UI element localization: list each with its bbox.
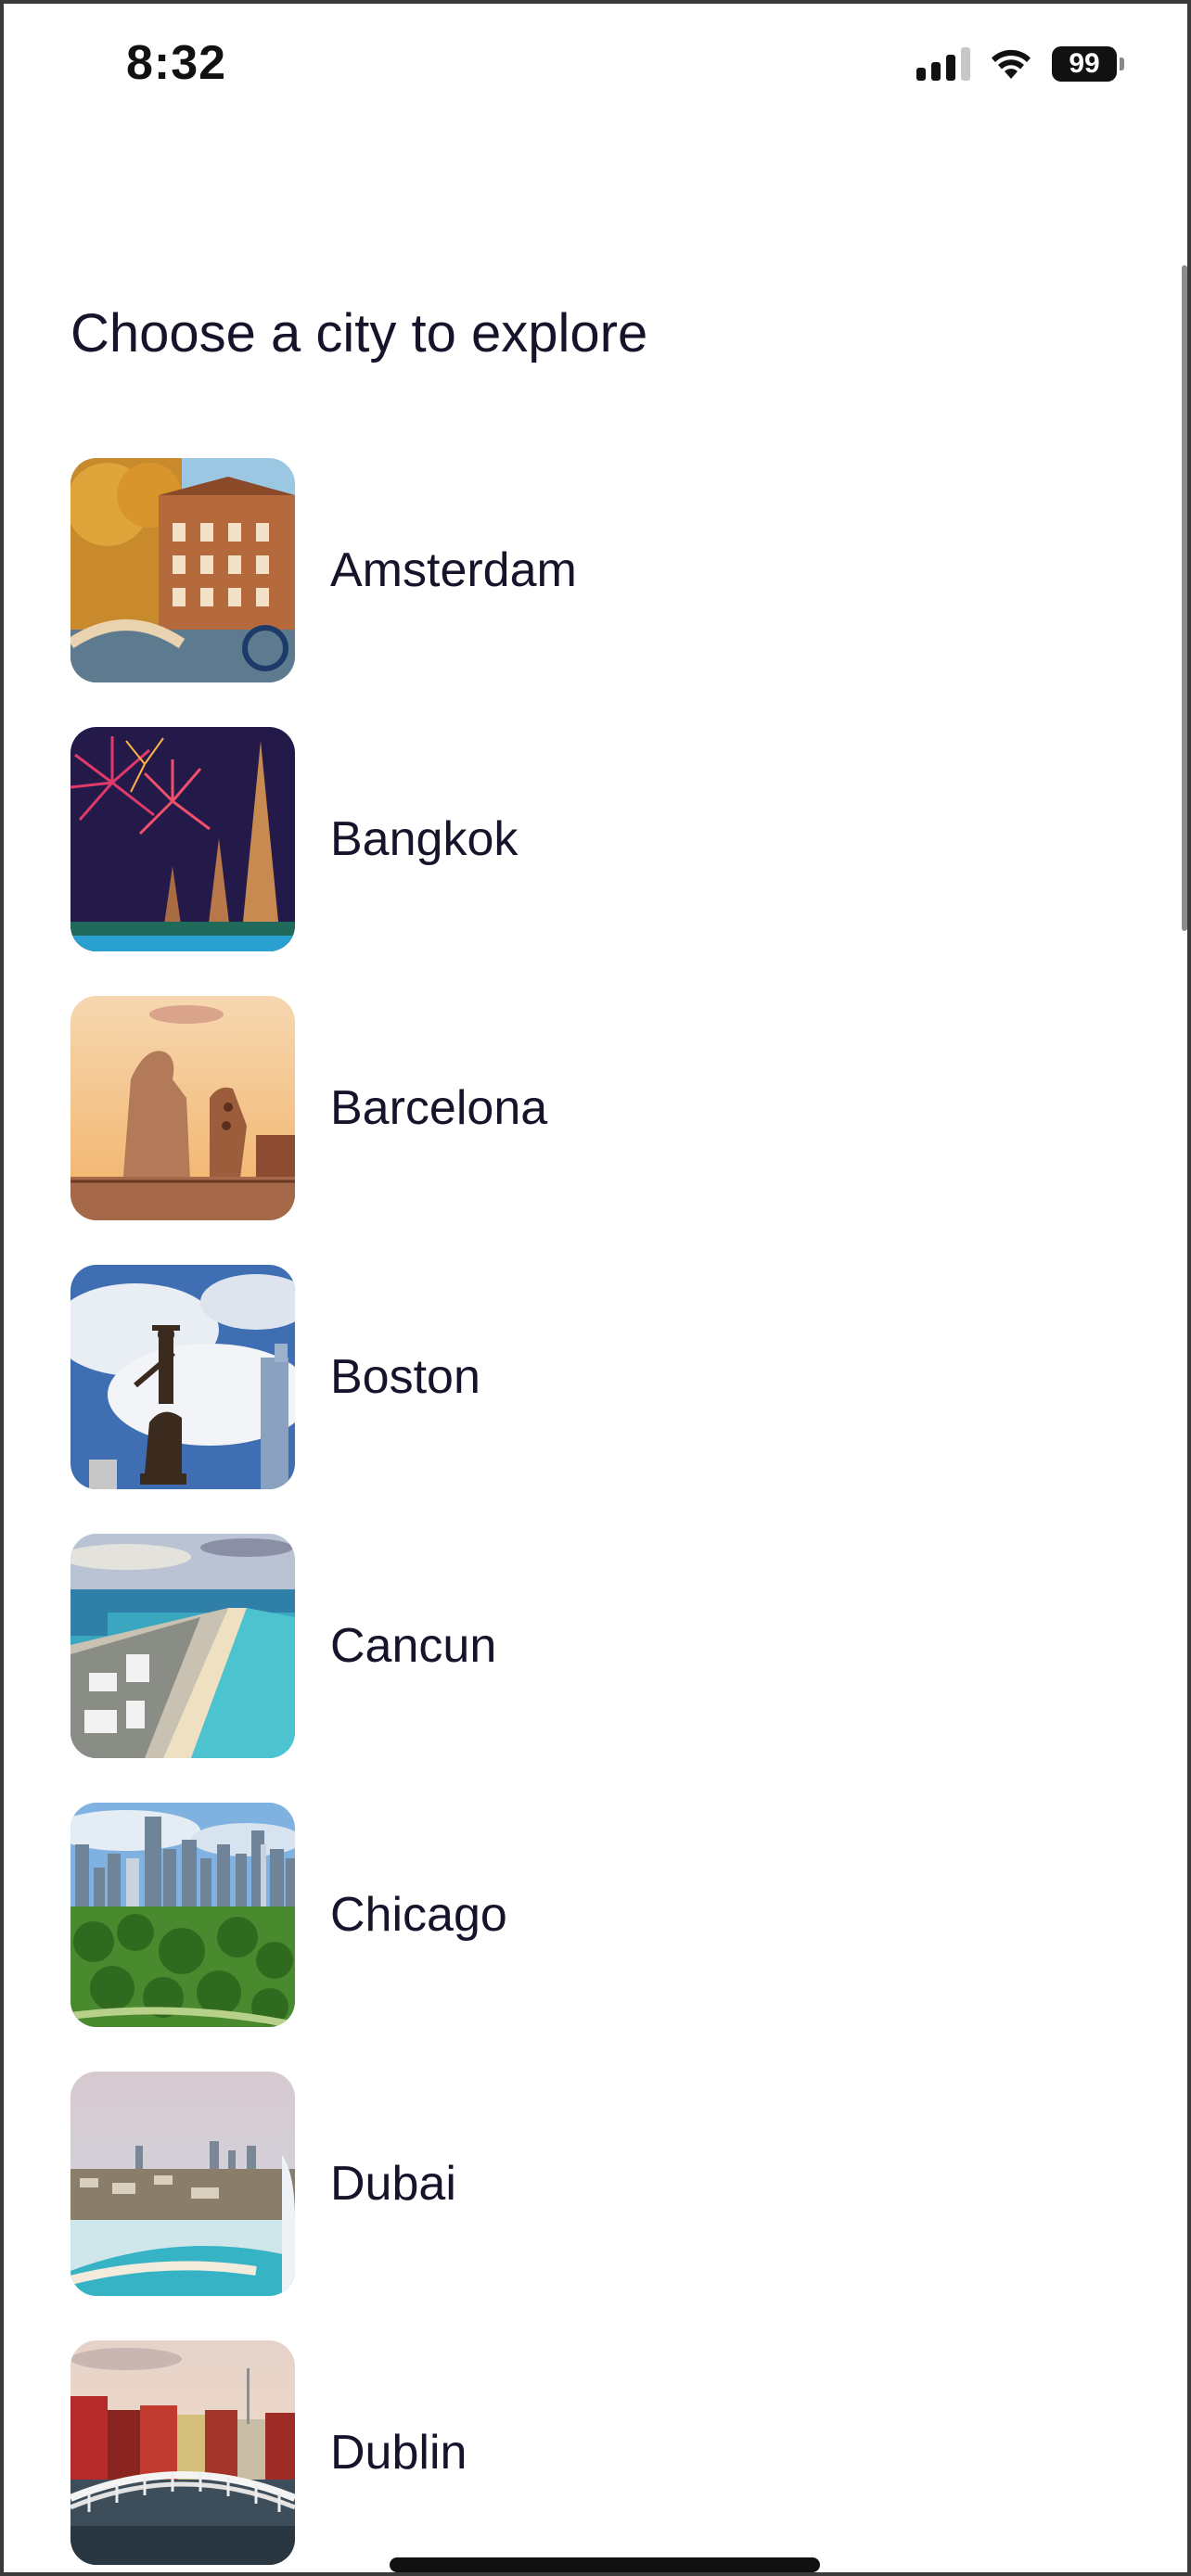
city-item-amsterdam[interactable]: Amsterdam xyxy=(70,458,1150,682)
home-indicator[interactable] xyxy=(390,2557,820,2572)
status-icons: 99 xyxy=(916,46,1124,82)
city-item-dubai[interactable]: Dubai xyxy=(70,2072,1150,2296)
barcelona-photo xyxy=(70,996,295,1220)
wifi-icon xyxy=(989,47,1033,81)
city-name: Dubai xyxy=(330,2157,456,2211)
city-item-barcelona[interactable]: Barcelona xyxy=(70,996,1150,1220)
boston-photo xyxy=(70,1265,295,1489)
page-title: Choose a city to explore xyxy=(70,303,648,363)
city-name: Boston xyxy=(330,1350,480,1404)
city-name: Barcelona xyxy=(330,1081,548,1135)
city-name: Amsterdam xyxy=(330,543,577,597)
city-item-bangkok[interactable]: Bangkok xyxy=(70,727,1150,951)
cancun-photo xyxy=(70,1534,295,1758)
city-name: Bangkok xyxy=(330,812,519,866)
app-screen: 8:32 99 Choose a city to explore Amsterd… xyxy=(0,0,1191,2576)
city-item-cancun[interactable]: Cancun xyxy=(70,1534,1150,1758)
dublin-photo xyxy=(70,2340,295,2565)
city-item-chicago[interactable]: Chicago xyxy=(70,1803,1150,2027)
battery-icon: 99 xyxy=(1052,46,1124,82)
city-name: Cancun xyxy=(330,1619,497,1673)
dubai-photo xyxy=(70,2072,295,2296)
status-time: 8:32 xyxy=(126,36,227,90)
amsterdam-photo xyxy=(70,458,295,682)
signal-icon xyxy=(916,47,970,81)
city-name: Dublin xyxy=(330,2426,467,2480)
city-name: Chicago xyxy=(330,1888,507,1942)
city-item-dublin[interactable]: Dublin xyxy=(70,2340,1150,2565)
scroll-indicator[interactable] xyxy=(1182,265,1187,931)
chicago-photo xyxy=(70,1803,295,2027)
city-item-boston[interactable]: Boston xyxy=(70,1265,1150,1489)
battery-level: 99 xyxy=(1052,46,1117,82)
city-list: Amsterdam Bangkok Barcelona Boston Cancu… xyxy=(70,458,1150,2572)
bangkok-photo xyxy=(70,727,295,951)
